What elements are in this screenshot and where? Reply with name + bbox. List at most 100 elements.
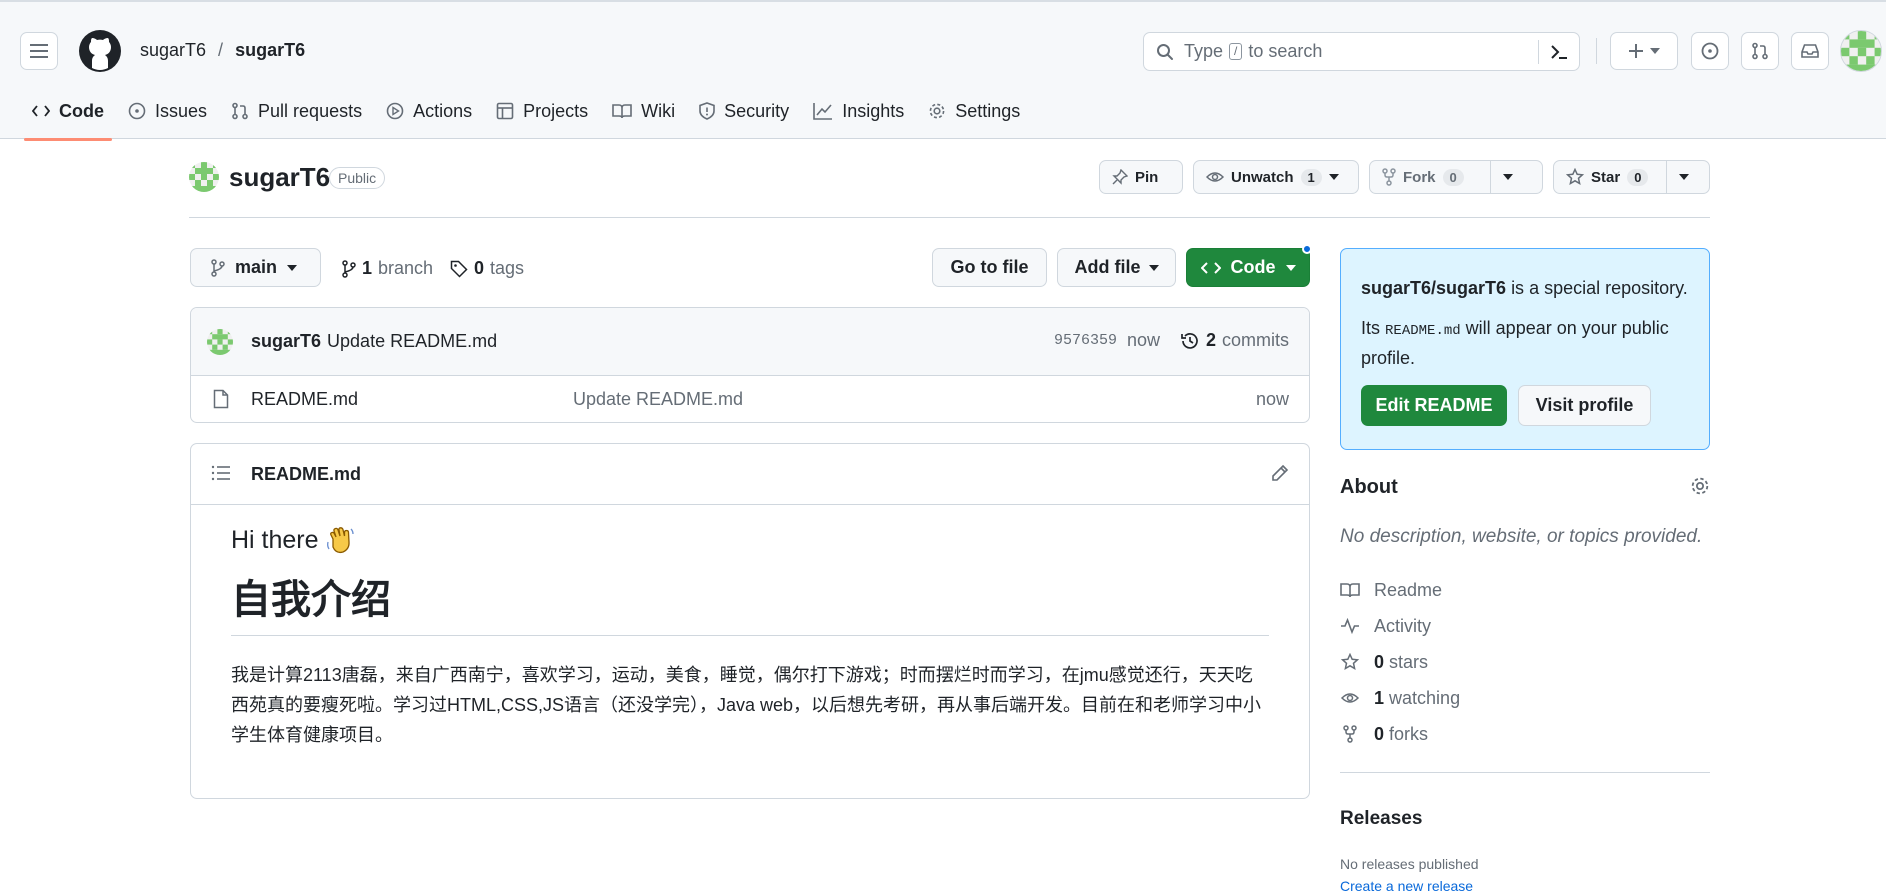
commit-message[interactable]: Update README.md <box>327 331 497 352</box>
tab-label: Projects <box>523 100 589 121</box>
stars-word: stars <box>1389 651 1429 672</box>
edit-readme-button[interactable]: Edit README <box>1361 385 1507 426</box>
repo-forked-icon <box>1343 725 1357 743</box>
caret-down-icon <box>287 264 298 271</box>
github-logo-icon[interactable] <box>79 30 121 72</box>
repo-name[interactable]: sugarT6 <box>229 162 330 193</box>
about-forks-link[interactable]: 0 forks <box>1340 716 1460 752</box>
activity-link-label: Activity <box>1374 615 1432 636</box>
table-icon <box>496 102 514 120</box>
commit-sha[interactable]: 9576359 <box>1054 332 1117 349</box>
issues-button[interactable] <box>1691 32 1729 70</box>
tag-word: tags <box>490 258 525 278</box>
watch-button[interactable]: Unwatch 1 <box>1193 160 1359 194</box>
tab-settings[interactable]: Settings <box>916 92 1032 130</box>
go-to-file-button[interactable]: Go to file <box>932 248 1047 287</box>
branches-link[interactable]: 1 branch <box>342 258 433 279</box>
issue-icon <box>128 102 146 120</box>
caret-down-icon <box>1503 174 1513 180</box>
readme-title[interactable]: README.md <box>251 464 361 485</box>
repo-owner-avatar[interactable] <box>189 162 219 192</box>
commit-word: commits <box>1222 330 1289 350</box>
code-icon <box>32 105 50 117</box>
add-file-button[interactable]: Add file <box>1057 248 1176 287</box>
tab-pull-requests[interactable]: Pull requests <box>219 92 374 130</box>
create-new-button[interactable] <box>1610 32 1678 70</box>
inbox-button[interactable] <box>1791 32 1829 70</box>
tab-label: Pull requests <box>258 100 363 121</box>
file-row[interactable]: README.md Update README.md now <box>191 376 1309 422</box>
branch-selector[interactable]: main <box>190 248 321 287</box>
commit-author[interactable]: sugarT6 <box>251 331 321 352</box>
tab-projects[interactable]: Projects <box>484 92 600 130</box>
commits-history-link[interactable]: 2 commits <box>1180 330 1289 351</box>
search-icon <box>1157 43 1173 60</box>
about-readme-link[interactable]: Readme <box>1340 572 1460 608</box>
pencil-icon[interactable] <box>1271 464 1289 482</box>
special-notice-line: sugarT6/sugarT6 is a special repository. <box>1361 278 1688 299</box>
releases-empty-text: No releases published <box>1340 856 1479 872</box>
book-icon <box>612 104 632 119</box>
readme-link-label: Readme <box>1374 579 1443 600</box>
create-release-link[interactable]: Create a new release <box>1340 878 1473 893</box>
commit-age: now <box>1126 330 1160 350</box>
tab-label: Wiki <box>641 100 676 121</box>
visit-profile-label: Visit profile <box>1535 395 1634 415</box>
readme-paragraph: 我是计算2113唐磊，来自广西南宁，喜欢学习，运动，美食，睡觉，偶尔打下游戏；时… <box>231 665 1262 745</box>
star-button[interactable]: Star 0 <box>1553 160 1710 194</box>
search-divider <box>1538 40 1539 64</box>
shield-icon <box>699 102 715 120</box>
file-name[interactable]: README.md <box>251 389 358 410</box>
special-file-code: README.md <box>1385 323 1461 339</box>
add-file-label: Add file <box>1074 257 1141 277</box>
tab-wiki[interactable]: Wiki <box>600 92 687 130</box>
gear-icon[interactable] <box>1690 476 1710 496</box>
file-icon <box>213 389 229 409</box>
latest-commit-row: sugarT6 Update README.md 9576359 now 2 c… <box>191 308 1309 376</box>
pulse-icon <box>1341 618 1359 634</box>
about-watching-link[interactable]: 1 watching <box>1340 680 1460 716</box>
command-palette-icon[interactable] <box>1549 42 1569 62</box>
tab-issues[interactable]: Issues <box>116 92 219 130</box>
pin-button[interactable]: Pin <box>1099 160 1183 194</box>
tab-insights[interactable]: Insights <box>801 92 916 130</box>
visit-profile-button[interactable]: Visit profile <box>1518 385 1651 426</box>
about-description: No description, website, or topics provi… <box>1340 526 1703 547</box>
star-icon <box>1566 168 1584 186</box>
book-icon <box>1340 583 1360 598</box>
pin-icon <box>1112 169 1128 185</box>
notification-dot <box>1302 244 1312 254</box>
menu-button[interactable] <box>20 32 58 70</box>
tab-label: Actions <box>413 100 473 121</box>
tab-security[interactable]: Security <box>687 92 801 130</box>
commit-author-avatar[interactable] <box>207 329 233 355</box>
tab-label: Settings <box>955 100 1021 121</box>
list-unordered-icon[interactable] <box>211 464 231 482</box>
watching-count: 1 <box>1374 687 1385 708</box>
special-repo-notice: sugarT6/sugarT6 is a special repository.… <box>1340 248 1710 450</box>
releases-title[interactable]: Releases <box>1340 808 1422 830</box>
search-input[interactable]: Type / to search <box>1143 32 1580 71</box>
star-dropdown[interactable] <box>1666 161 1701 193</box>
waving-hand-icon <box>326 527 354 554</box>
repo-title-bar: sugarT6 Public Pin Unwatch 1 Fork 0 Star… <box>189 158 1710 218</box>
breadcrumb-repo[interactable]: sugarT6 <box>235 40 305 61</box>
user-avatar[interactable] <box>1840 30 1882 72</box>
pull-requests-button[interactable] <box>1741 32 1779 70</box>
code-dropdown-button[interactable]: Code <box>1186 244 1312 287</box>
file-commit-message[interactable]: Update README.md <box>573 389 743 410</box>
special-repo-text: is a special repository. <box>1511 278 1688 298</box>
tab-actions[interactable]: Actions <box>374 92 484 130</box>
readme-heading: 自我介绍 <box>231 575 1269 636</box>
about-activity-link[interactable]: Activity <box>1340 608 1460 644</box>
fork-dropdown[interactable] <box>1490 161 1525 193</box>
forks-count: 0 <box>1374 723 1385 744</box>
about-stars-link[interactable]: 0 stars <box>1340 644 1460 680</box>
branch-name: main <box>235 257 278 277</box>
tab-code[interactable]: Code <box>20 92 116 141</box>
fork-button[interactable]: Fork 0 <box>1369 160 1543 194</box>
tags-link[interactable]: 0 tags <box>450 258 524 279</box>
breadcrumb-owner[interactable]: sugarT6 <box>140 40 206 61</box>
git-pull-request-icon <box>1752 42 1768 60</box>
global-header: sugarT6 / sugarT6 Type / to search Code … <box>0 0 1886 141</box>
